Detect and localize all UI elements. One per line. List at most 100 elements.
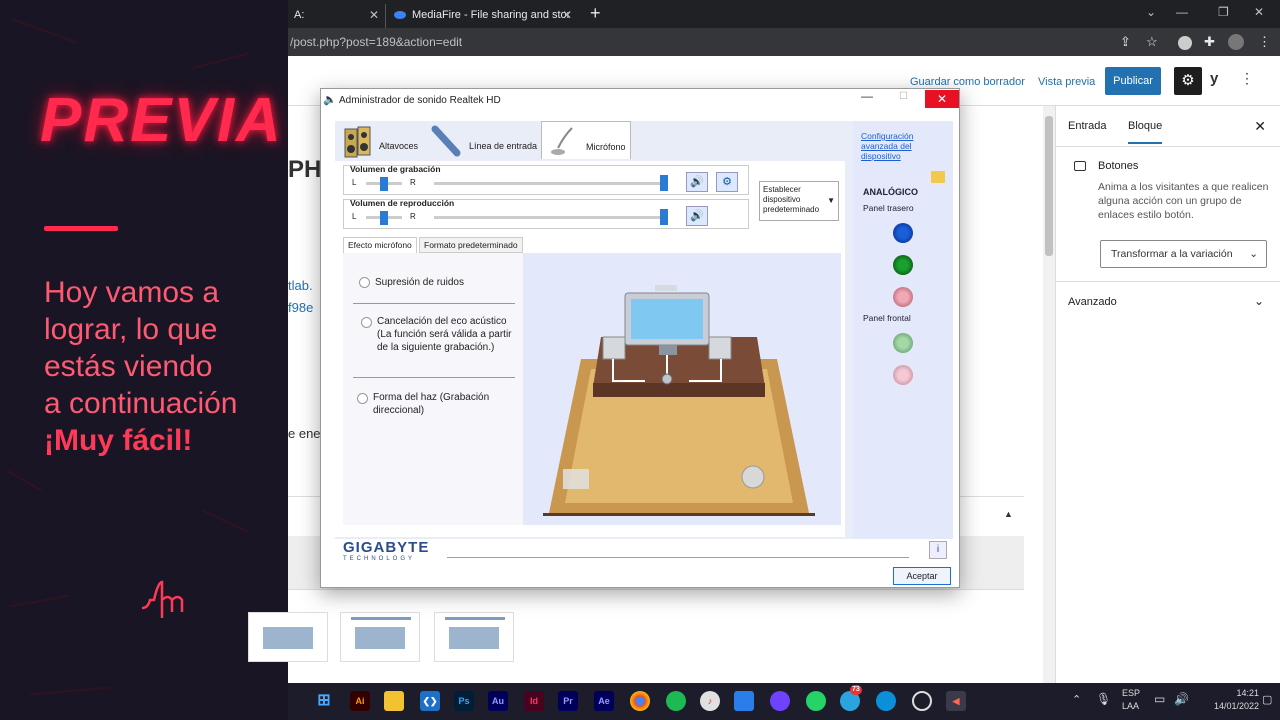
close-tab-icon[interactable]: ✕ [562, 4, 572, 26]
tab-linea-entrada[interactable]: Línea de entrada [425, 121, 537, 159]
close-window-icon[interactable]: ✕ [1254, 5, 1264, 19]
echo-cancellation-radio[interactable] [361, 317, 372, 328]
recording-volume-thumb[interactable] [660, 175, 668, 191]
rear-jack-pink[interactable] [893, 287, 913, 307]
pattern-thumbnail[interactable] [340, 612, 420, 662]
chevron-down-icon[interactable]: ⌄ [1254, 294, 1264, 308]
advanced-device-config-link[interactable]: Configuración avanzada del dispositivo [861, 131, 949, 161]
publish-button[interactable]: Publicar [1105, 67, 1161, 95]
browser-tab-actualizacion[interactable]: A: ACTUALIZACIÓN ✕ [288, 4, 386, 43]
obs-icon[interactable] [912, 691, 932, 711]
close-window-button[interactable]: ✕ [925, 90, 959, 108]
extensions-puzzle-icon[interactable]: ✚ [1204, 34, 1215, 50]
language-indicator[interactable]: ESP LAA [1122, 688, 1140, 711]
tab-search-icon[interactable]: ⌄ [1146, 5, 1156, 19]
advanced-panel-toggle[interactable]: Avanzado [1068, 296, 1117, 308]
premiere-icon[interactable]: Pr [558, 691, 578, 711]
playback-volume-thumb[interactable] [660, 209, 668, 225]
browser-tab-mediafire[interactable]: MediaFire - File sharing and stor ✕ [388, 4, 578, 28]
options-menu-icon[interactable]: ⋮ [1240, 70, 1254, 87]
whatsapp-icon[interactable] [806, 691, 826, 711]
speaker-volume-icon[interactable]: 🔊 [686, 172, 708, 192]
realtek-sound-manager-window: 🔈 Administrador de sonido Realtek HD — ☐… [320, 88, 960, 588]
front-jack-pink[interactable] [893, 365, 913, 385]
noise-suppression-radio[interactable] [359, 277, 370, 288]
transform-variation-select[interactable]: Transformar a la variación ⌄ [1100, 240, 1267, 268]
minimize-icon[interactable]: — [861, 89, 873, 103]
mic-boost-icon[interactable]: ⚙ [716, 172, 738, 192]
block-description: Anima a los visitantes a que realicen al… [1098, 181, 1269, 221]
file-explorer-icon[interactable] [384, 691, 404, 711]
spotify-icon[interactable] [666, 691, 686, 711]
playback-volume-label: Volumen de reproducción [350, 198, 455, 208]
pattern-thumbnail[interactable] [248, 612, 328, 662]
playback-volume-slider[interactable] [434, 216, 664, 219]
editor-scrollbar[interactable] [1043, 106, 1055, 683]
front-jack-green[interactable] [893, 333, 913, 353]
content-link-fragment[interactable]: f98e [288, 300, 313, 315]
tab-formato-predeterminado[interactable]: Formato predeterminado [419, 237, 523, 253]
speaker-volume-icon[interactable]: 🔊 [686, 206, 708, 226]
tab-altavoces[interactable]: Altavoces [335, 121, 421, 159]
tab-efecto-microfono[interactable]: Efecto micrófono [343, 237, 417, 253]
balance-slider[interactable] [366, 177, 402, 191]
recording-volume-slider[interactable] [434, 182, 664, 185]
tray-overflow-icon[interactable]: ⌃ [1072, 693, 1081, 706]
tab-entrada[interactable]: Entrada [1068, 120, 1107, 132]
new-tab-button[interactable]: + [590, 3, 601, 24]
settings-gear-icon[interactable]: ⚙ [1174, 67, 1202, 95]
tab-bloque[interactable]: Bloque [1128, 120, 1163, 144]
notifications-icon[interactable]: ▢ [1262, 693, 1272, 706]
edge-icon[interactable] [876, 691, 896, 711]
info-icon[interactable]: i [929, 541, 947, 559]
pattern-thumbnail[interactable] [434, 612, 514, 662]
window-titlebar[interactable]: 🔈 Administrador de sonido Realtek HD — ☐… [321, 89, 959, 111]
store-icon[interactable] [734, 691, 754, 711]
url-input[interactable]: /post.php?post=189&action=edit [290, 35, 462, 49]
share-icon[interactable]: ⇪ [1120, 34, 1131, 50]
promo-panel: PREVIA Hoy vamos a lograr, lo que estás … [0, 0, 288, 720]
music-icon[interactable]: ♪ [700, 691, 720, 711]
audition-icon[interactable]: Au [488, 691, 508, 711]
microphone-tray-icon[interactable]: 🎙 [1096, 692, 1111, 706]
content-link-fragment[interactable]: tlab. [288, 278, 313, 293]
maximize-icon[interactable]: ☐ [899, 91, 908, 102]
illustrator-icon[interactable]: Ai [350, 691, 370, 711]
profile-avatar[interactable] [1228, 34, 1244, 50]
tab-microfono[interactable]: Micrófono [541, 121, 631, 159]
close-sidebar-icon[interactable]: ✕ [1254, 118, 1266, 135]
network-icon[interactable]: ▭ [1154, 692, 1165, 706]
bookmark-star-icon[interactable]: ☆ [1146, 34, 1158, 50]
ok-button[interactable]: Aceptar [893, 567, 951, 585]
balance-slider[interactable] [366, 211, 402, 225]
close-tab-icon[interactable]: ✕ [369, 4, 379, 26]
promo-line-4: a continuación [44, 387, 238, 420]
speakers-icon [344, 126, 371, 158]
restore-icon[interactable]: ❐ [1218, 5, 1229, 19]
settings-sidebar: Entrada Bloque ✕ Botones Anima a los vis… [1055, 106, 1280, 683]
collapse-up-icon[interactable]: ▲ [1004, 509, 1013, 519]
sound-manager-taskbar-icon[interactable]: ◀ [946, 691, 966, 711]
indesign-icon[interactable]: Id [524, 691, 544, 711]
rear-jack-blue[interactable] [893, 223, 913, 243]
browser-menu-icon[interactable]: ⋮ [1258, 34, 1271, 50]
yoast-icon[interactable]: y [1210, 70, 1218, 87]
windows-start-icon[interactable]: ⊞ [314, 691, 334, 711]
vscode-icon[interactable]: ❮❯ [420, 691, 440, 711]
after-effects-icon[interactable]: Ae [594, 691, 614, 711]
set-default-device-dropdown[interactable]: Establecer dispositivo predeterminado ▼ [759, 181, 839, 221]
preview-button[interactable]: Vista previa [1038, 76, 1095, 88]
telegram-icon[interactable]: 73 [840, 685, 862, 711]
chrome-icon[interactable] [630, 691, 650, 711]
minimize-icon[interactable]: — [1176, 5, 1188, 19]
save-draft-button[interactable]: Guardar como borrador [910, 76, 1025, 88]
volume-icon[interactable]: 🔊 [1174, 692, 1189, 706]
messenger-icon[interactable] [770, 691, 790, 711]
microphone-icon [551, 127, 573, 155]
folder-icon[interactable] [931, 171, 945, 183]
beamforming-radio[interactable] [357, 393, 368, 404]
extension-icon[interactable] [1178, 36, 1192, 50]
clock[interactable]: 14:21 14/01/2022 [1214, 688, 1259, 711]
rear-jack-green[interactable] [893, 255, 913, 275]
photoshop-icon[interactable]: Ps [454, 691, 474, 711]
